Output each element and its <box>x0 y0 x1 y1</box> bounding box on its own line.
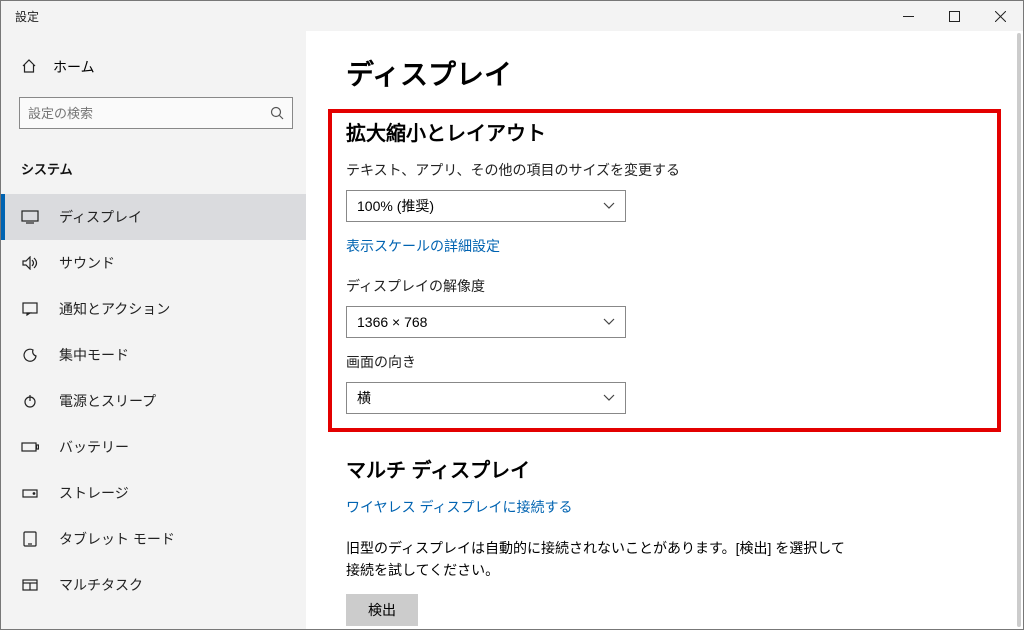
search-wrap <box>1 89 306 141</box>
scale-value: 100% (推奨) <box>357 196 434 216</box>
nav-label: サウンド <box>59 253 115 273</box>
notifications-icon <box>21 300 39 318</box>
nav-item-storage[interactable]: ストレージ <box>1 470 306 516</box>
minimize-icon <box>903 11 914 22</box>
maximize-button[interactable] <box>931 1 977 31</box>
nav-item-battery[interactable]: バッテリー <box>1 424 306 470</box>
orientation-select[interactable]: 横 <box>346 382 626 414</box>
storage-icon <box>21 484 39 502</box>
resolution-label: ディスプレイの解像度 <box>346 276 983 296</box>
nav-item-multitask[interactable]: マルチタスク <box>1 562 306 608</box>
home-label: ホーム <box>53 57 95 77</box>
home-icon <box>21 58 37 77</box>
home-link[interactable]: ホーム <box>1 45 306 89</box>
tablet-icon <box>21 530 39 548</box>
settings-window: 設定 ホーム <box>0 0 1024 630</box>
chevron-down-icon <box>603 202 615 210</box>
chevron-down-icon <box>603 394 615 402</box>
search-box[interactable] <box>19 97 293 129</box>
orientation-value: 横 <box>357 388 371 408</box>
nav-item-focus[interactable]: 集中モード <box>1 332 306 378</box>
detect-button[interactable]: 検出 <box>346 594 418 626</box>
multi-display-section: マルチ ディスプレイ ワイヤレス ディスプレイに接続する 旧型のディスプレイは自… <box>346 454 983 626</box>
battery-icon <box>21 438 39 456</box>
resolution-value: 1366 × 768 <box>357 314 427 330</box>
nav-item-tablet[interactable]: タブレット モード <box>1 516 306 562</box>
nav: ディスプレイ サウンド 通知とアクション 集中モード 電源とスリープ <box>1 194 306 608</box>
nav-item-power[interactable]: 電源とスリープ <box>1 378 306 424</box>
resolution-select[interactable]: 1366 × 768 <box>346 306 626 338</box>
search-input[interactable] <box>20 106 262 121</box>
window-body: ホーム システム ディスプレイ サウンド <box>1 31 1023 629</box>
chevron-down-icon <box>603 318 615 326</box>
multi-heading: マルチ ディスプレイ <box>346 454 983 483</box>
focus-icon <box>21 346 39 364</box>
sound-icon <box>21 254 39 272</box>
power-icon <box>21 392 39 410</box>
nav-label: 通知とアクション <box>59 299 170 319</box>
scale-select[interactable]: 100% (推奨) <box>346 190 626 222</box>
minimize-button[interactable] <box>885 1 931 31</box>
scrollbar[interactable] <box>1017 33 1021 627</box>
nav-label: 電源とスリープ <box>59 391 156 411</box>
content: ディスプレイ 拡大縮小とレイアウト テキスト、アプリ、その他の項目のサイズを変更… <box>306 31 1023 629</box>
search-icon <box>262 106 292 120</box>
nav-label: ストレージ <box>59 483 129 503</box>
titlebar-controls <box>885 1 1023 31</box>
scaling-heading: 拡大縮小とレイアウト <box>346 117 983 146</box>
nav-label: マルチタスク <box>59 575 143 595</box>
nav-label: バッテリー <box>59 437 129 457</box>
window-title: 設定 <box>15 8 39 25</box>
nav-item-notifications[interactable]: 通知とアクション <box>1 286 306 332</box>
nav-item-sound[interactable]: サウンド <box>1 240 306 286</box>
orientation-label: 画面の向き <box>346 352 983 372</box>
titlebar: 設定 <box>1 1 1023 31</box>
highlight-box: 拡大縮小とレイアウト テキスト、アプリ、その他の項目のサイズを変更する 100%… <box>328 109 1001 432</box>
scale-label: テキスト、アプリ、その他の項目のサイズを変更する <box>346 160 983 180</box>
multitask-icon <box>21 576 39 594</box>
advanced-scale-link[interactable]: 表示スケールの詳細設定 <box>346 236 983 256</box>
sidebar-category: システム <box>1 141 306 194</box>
maximize-icon <box>949 11 960 22</box>
sidebar: ホーム システム ディスプレイ サウンド <box>1 31 306 629</box>
close-icon <box>995 11 1006 22</box>
nav-item-display[interactable]: ディスプレイ <box>1 194 306 240</box>
nav-label: タブレット モード <box>59 529 175 549</box>
close-button[interactable] <box>977 1 1023 31</box>
page-title: ディスプレイ <box>346 53 983 93</box>
multi-desc: 旧型のディスプレイは自動的に接続されないことがあります。[検出] を選択して接続… <box>346 537 846 582</box>
display-icon <box>21 208 39 226</box>
nav-label: ディスプレイ <box>59 207 142 227</box>
nav-label: 集中モード <box>59 345 129 365</box>
wireless-link[interactable]: ワイヤレス ディスプレイに接続する <box>346 497 983 517</box>
